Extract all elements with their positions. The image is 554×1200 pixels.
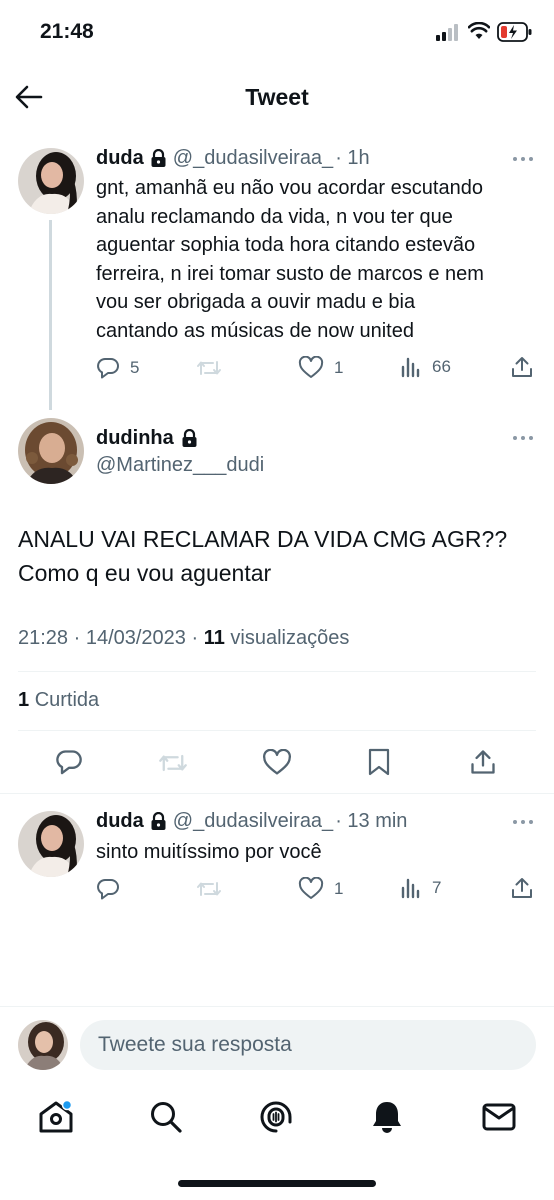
heart-icon	[298, 356, 324, 378]
author-name-text: dudinha	[96, 427, 174, 449]
tweet-text: ANALU VAI RECLAMAR DA VIDA CMG AGR?? Com…	[18, 522, 507, 590]
more-icon[interactable]	[513, 436, 533, 440]
tweet-time[interactable]: · 1h	[335, 147, 369, 170]
lock-icon	[150, 812, 167, 831]
reply-icon	[97, 879, 119, 900]
nav-spaces[interactable]	[259, 1100, 293, 1134]
like-count: 1	[334, 879, 344, 898]
retweet-icon	[159, 754, 187, 772]
author-name[interactable]: dudinha	[96, 427, 198, 450]
divider	[0, 793, 554, 794]
tweet-meta: 21:28 · 14/03/2023 · 11 visualizações	[18, 627, 349, 650]
reply-icon	[97, 358, 119, 379]
tweet-time[interactable]: · 13 min	[335, 810, 407, 833]
views-count: 66	[432, 357, 451, 376]
nav-home[interactable]	[38, 1100, 74, 1134]
thread-line	[49, 220, 52, 410]
like-count: 1	[334, 358, 344, 377]
reply-button[interactable]: 5	[96, 356, 139, 380]
like-button[interactable]	[262, 749, 292, 777]
signal-icon	[436, 24, 462, 42]
bookmark-icon	[368, 748, 390, 776]
author-handle[interactable]: @_dudasilveiraa_	[173, 810, 333, 833]
heart-icon	[298, 877, 324, 899]
nav-search[interactable]	[149, 1100, 183, 1134]
tweet-author-row: duda @_dudasilveiraa_ · 1h	[96, 147, 370, 170]
tweet-text: sinto muitíssimo por você	[96, 841, 322, 863]
likes-count: 1	[18, 689, 30, 711]
views-button[interactable]: 7	[400, 877, 441, 899]
views-icon	[401, 357, 420, 378]
retweet-icon	[197, 882, 221, 896]
heart-icon	[263, 749, 291, 775]
divider	[18, 671, 536, 672]
battery-icon	[497, 22, 533, 42]
home-indicator	[178, 1180, 376, 1187]
likes-summary[interactable]: 1 Curtida	[18, 689, 99, 712]
retweet-button[interactable]	[196, 877, 222, 901]
share-button[interactable]	[510, 876, 534, 900]
tweet-author-row: duda @_dudasilveiraa_ · 13 min	[96, 810, 407, 833]
like-button[interactable]: 1	[298, 877, 343, 901]
tweet-text: gnt, amanhã eu não vou acordar escutando…	[96, 174, 546, 345]
more-icon[interactable]	[513, 157, 533, 161]
avatar[interactable]	[18, 1020, 68, 1070]
author-name[interactable]: duda	[96, 810, 144, 833]
bell-icon	[373, 1102, 401, 1133]
views-count: 7	[432, 878, 442, 897]
divider	[0, 1006, 554, 1007]
reply-button[interactable]	[96, 877, 120, 901]
avatar[interactable]	[18, 148, 84, 214]
author-handle[interactable]: @_dudasilveiraa_	[173, 147, 333, 170]
reply-button[interactable]	[55, 748, 83, 776]
tweet-text-line: cantando as músicas de now united	[96, 319, 414, 342]
page-title: Tweet	[245, 84, 309, 110]
reply-input-placeholder: Tweete sua resposta	[98, 1033, 292, 1056]
views-icon	[401, 878, 420, 899]
wifi-icon	[468, 22, 490, 40]
divider	[18, 730, 536, 731]
author-handle[interactable]: @Martinez___dudi	[96, 454, 264, 477]
tweet-text-line: vou ser obrigada a ouvir madu e bia	[96, 291, 416, 313]
share-icon	[512, 357, 532, 377]
avatar[interactable]	[18, 811, 84, 877]
reply-icon	[56, 750, 82, 775]
tweet-text-line: analu reclamando da vida, n vou ter que	[96, 205, 453, 228]
views-label: visualizações	[230, 627, 350, 649]
retweet-button[interactable]	[158, 749, 188, 777]
views-count: 11	[203, 627, 225, 649]
reply-count: 5	[130, 358, 140, 377]
share-button[interactable]	[469, 748, 497, 776]
share-button[interactable]	[510, 355, 534, 379]
tweet-text-line: Como q eu vou aguentar	[18, 560, 272, 586]
mail-icon	[482, 1103, 516, 1131]
bookmark-button[interactable]	[367, 748, 391, 776]
avatar[interactable]	[18, 418, 84, 484]
status-time: 21:48	[40, 20, 94, 43]
likes-label: Curtida	[34, 689, 100, 711]
home-icon	[39, 1100, 73, 1133]
retweet-button[interactable]	[196, 356, 222, 380]
share-icon	[512, 878, 532, 898]
nav-notifications[interactable]	[370, 1099, 404, 1135]
like-button[interactable]: 1	[298, 356, 343, 380]
tweet-text-line: ferreira, n irei tomar susto de marcos e…	[96, 262, 484, 285]
author-name[interactable]: duda	[96, 147, 144, 170]
more-icon[interactable]	[513, 820, 533, 824]
tweet-text-line: aguentar sophia toda hora citando estevã…	[96, 234, 476, 256]
status-bar: 21:48	[0, 0, 554, 60]
spaces-icon	[260, 1101, 292, 1133]
lock-icon	[181, 429, 198, 448]
nav-messages[interactable]	[482, 1102, 516, 1132]
tweet-text-line: ANALU VAI RECLAMAR DA VIDA CMG AGR??	[18, 526, 508, 552]
lock-icon	[150, 149, 167, 168]
reply-input[interactable]: Tweete sua resposta	[80, 1020, 536, 1070]
share-icon	[471, 750, 495, 774]
tweet-timestamp[interactable]: 21:28 · 14/03/2023 ·	[18, 627, 198, 649]
retweet-icon	[197, 361, 221, 375]
tweet-text-line: gnt, amanhã eu não vou acordar escutando	[96, 177, 483, 199]
views-button[interactable]: 66	[400, 356, 451, 378]
search-icon	[151, 1102, 182, 1133]
